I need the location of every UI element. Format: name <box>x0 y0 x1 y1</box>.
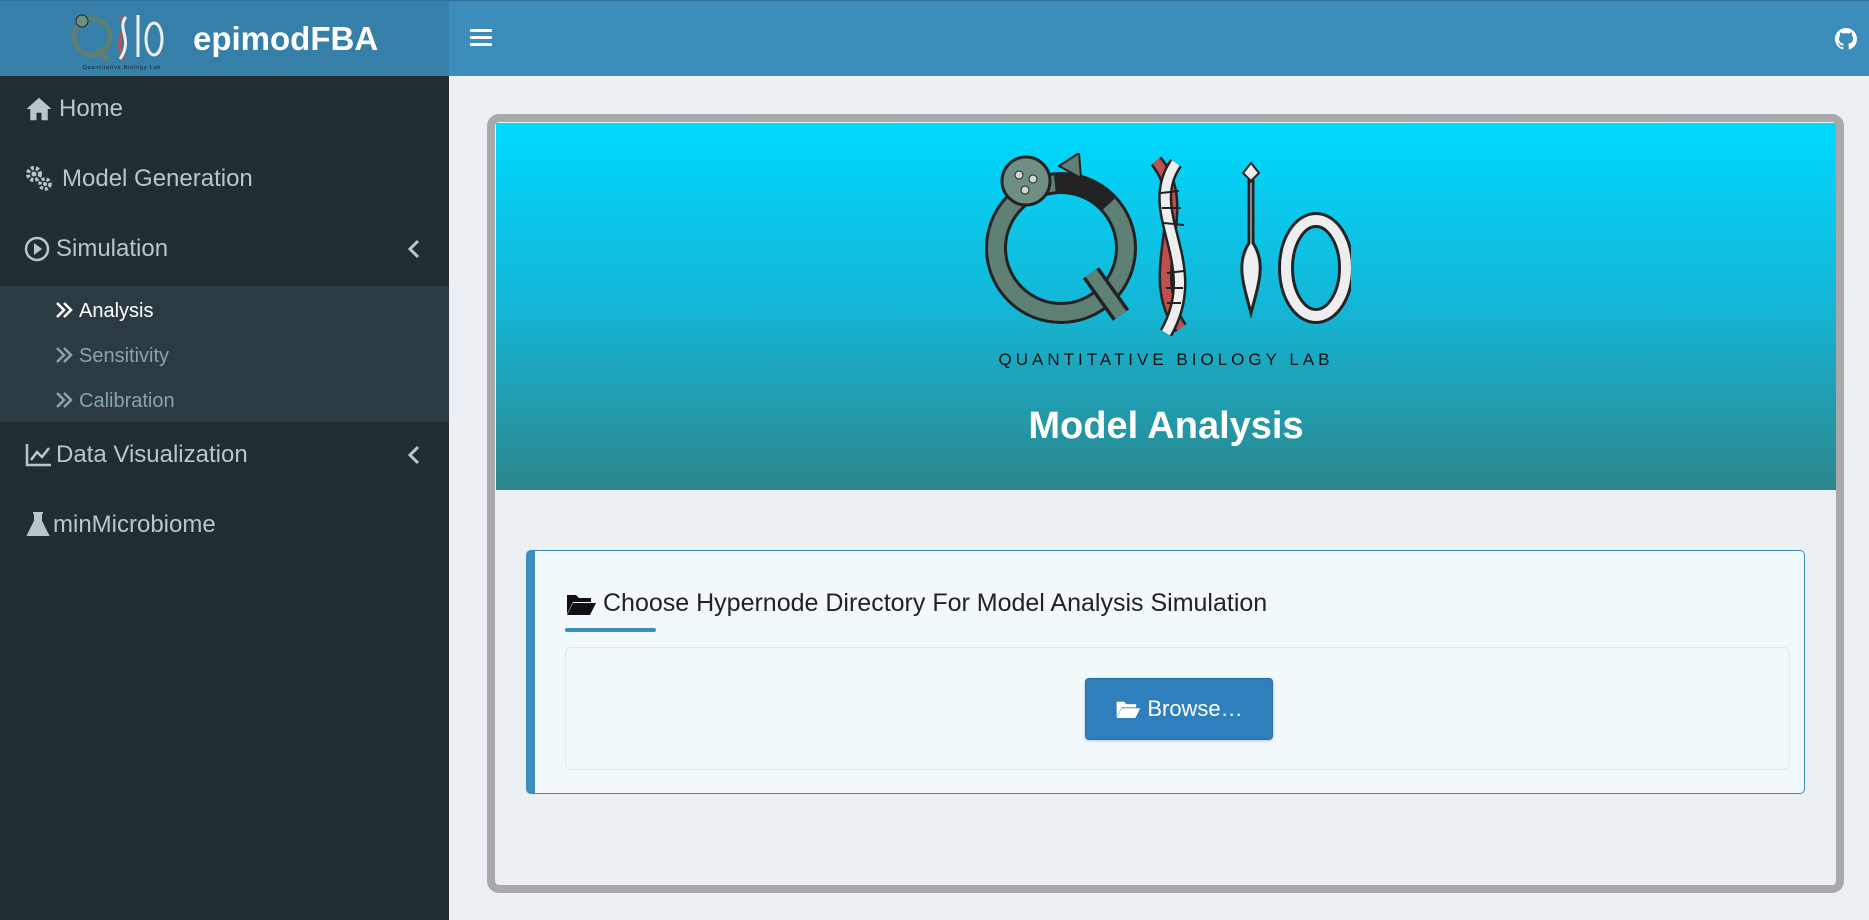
sidebar-item-minmicrobiome[interactable]: minMicrobiome <box>0 492 449 558</box>
double-chevron-right-icon <box>56 302 73 318</box>
flask-icon <box>26 512 50 536</box>
app-title: epimodFBA <box>193 20 379 57</box>
play-circle-icon <box>24 236 50 262</box>
sidebar-item-simulation[interactable]: Simulation <box>0 216 449 282</box>
home-icon <box>26 97 52 121</box>
hero-banner: QUANTITATIVE BIOLOGY LAB Model Analysis <box>496 123 1836 490</box>
qbio-logo: Quantitative Biology Lab <box>71 14 164 71</box>
svg-text:Quantitative Biology Lab: Quantitative Biology Lab <box>83 65 161 71</box>
simulation-submenu: Analysis Sensitivity Calibration <box>0 286 449 422</box>
sidebar-item-home[interactable]: Home <box>0 76 449 142</box>
folder-open-icon <box>1116 701 1141 718</box>
panel-title: Choose Hypernode Directory For Model Ana… <box>565 589 1267 618</box>
chevron-left-icon <box>407 445 420 465</box>
chevron-left-icon <box>407 239 420 259</box>
sidebar-toggle-button[interactable] <box>470 25 492 53</box>
svg-text:QUANTITATIVE BIOLOGY LAB: QUANTITATIVE BIOLOGY LAB <box>998 350 1333 369</box>
brand-area[interactable]: Quantitative Biology Lab epimodFBA <box>0 1 449 77</box>
page-title: Model Analysis <box>1028 405 1304 447</box>
gears-icon <box>26 166 52 191</box>
sidebar-subitem-sensitivity[interactable]: Sensitivity <box>0 335 449 379</box>
hypernode-directory-panel: Choose Hypernode Directory For Model Ana… <box>526 550 1805 794</box>
github-icon[interactable] <box>1835 28 1857 50</box>
title-underline <box>565 628 656 632</box>
sidebar: Home Model Generation Simulation Analysi… <box>0 76 449 920</box>
browse-button[interactable]: Browse… <box>1085 678 1273 740</box>
sidebar-item-model-generation[interactable]: Model Generation <box>0 146 449 212</box>
qbio-hero-logo: QUANTITATIVE BIOLOGY LAB <box>985 153 1351 369</box>
sidebar-subitem-analysis[interactable]: Analysis <box>0 290 449 334</box>
sidebar-subitem-calibration[interactable]: Calibration <box>0 380 449 424</box>
double-chevron-right-icon <box>56 392 73 408</box>
double-chevron-right-icon <box>56 347 73 363</box>
line-chart-icon <box>25 444 51 467</box>
file-input-area: Browse… <box>565 647 1790 770</box>
top-navbar: Quantitative Biology Lab epimodFBA <box>0 0 1869 77</box>
folder-open-icon <box>567 594 596 615</box>
sidebar-item-data-visualization[interactable]: Data Visualization <box>0 422 449 488</box>
